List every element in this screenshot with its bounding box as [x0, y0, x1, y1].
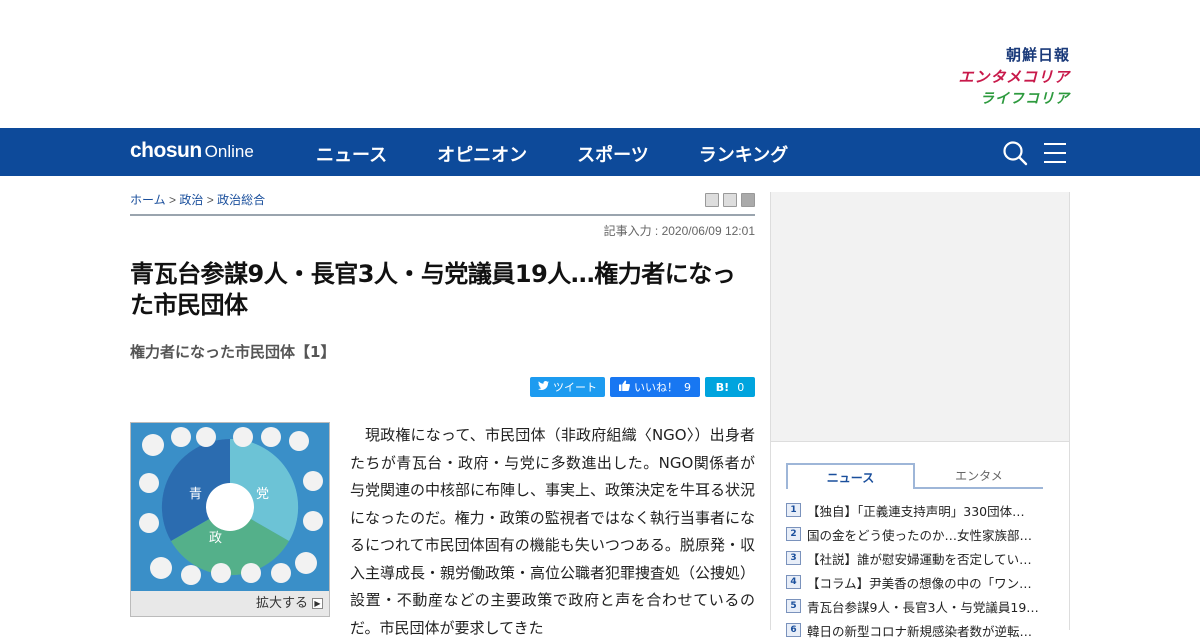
breadcrumb-politics[interactable]: 政治 [179, 193, 203, 207]
rank-badge: 2 [786, 527, 801, 541]
rank-badge: 1 [786, 503, 801, 517]
article-column: ホーム > 政治 > 政治総合 記事入力 : 2020/06/09 12:01 … [130, 176, 755, 637]
ranking-item[interactable]: 4 【コラム】尹美香の想像の中の「ワン… [786, 570, 1046, 594]
article-headline: 青瓦台参謀9人・長官3人・与党議員19人…権力者になった市民団体 [130, 260, 736, 319]
figure-infographic[interactable]: 青 党 政 [131, 423, 329, 591]
share-buttons: ツイート いいね！ 9 B! 0 [530, 377, 755, 397]
back-icon[interactable] [741, 193, 755, 207]
logo-bold-text: chosun [130, 139, 202, 162]
ranking-title: 韓日の新型コロナ新規感染者数が逆転… [807, 623, 1033, 639]
figure-label-party: 党 [256, 487, 270, 502]
rank-badge: 3 [786, 551, 801, 565]
like-count: 9 [684, 380, 691, 394]
ranking-title: 【社説】誰が慰安婦運動を否定してい… [807, 551, 1032, 567]
ranking-title: 【独自】「正義連支持声明」330団体… [807, 503, 1025, 519]
ranking-item[interactable]: 5 青瓦台参謀9人・長官3人・与党議員19… [786, 594, 1046, 618]
chosun-online-logo[interactable]: chosun Online [130, 139, 254, 163]
breadcrumb-separator: > [206, 193, 214, 207]
like-label: いいね！ [634, 381, 678, 394]
ranking-item[interactable]: 3 【社説】誰が慰安婦運動を否定してい… [786, 546, 1046, 570]
article-figure[interactable]: 青 党 政 拡大する ▶ [130, 422, 330, 617]
figure-label-blue-house: 青 [189, 487, 203, 502]
right-sidebar: ニュース エンタメ 1 【独自】「正義連支持声明」330団体… 2 国の金をどう使っ… [770, 192, 1070, 639]
ranking-item[interactable]: 6 韓日の新型コロナ新規感染者数が逆転… [786, 618, 1046, 642]
tab-entame[interactable]: エンタメ [915, 463, 1043, 489]
twitter-bird-icon [538, 380, 549, 394]
breadcrumb-home[interactable]: ホーム [130, 193, 166, 207]
tweet-label: ツイート [553, 381, 597, 394]
hamburger-menu-icon[interactable] [1042, 140, 1068, 166]
breadcrumb-separator: > [168, 193, 176, 207]
search-icon[interactable] [1002, 140, 1028, 166]
tab-news[interactable]: ニュース [786, 463, 915, 489]
rank-badge: 6 [786, 623, 801, 637]
nav-icons [1002, 140, 1068, 166]
article-tools [705, 193, 755, 207]
rank-badge: 5 [786, 599, 801, 613]
ranking-title: 【コラム】尹美香の想像の中の「ワン… [807, 575, 1032, 591]
enlarge-button[interactable]: 拡大する ▶ [131, 591, 329, 617]
nav-item-news[interactable]: ニュース [316, 141, 387, 167]
main-nav: chosun Online ニュース オピニオン スポーツ ランキング [0, 128, 1200, 176]
chosun-ilbo-link[interactable]: 朝鮮日報 [958, 44, 1070, 66]
ranking-title: 青瓦台参謀9人・長官3人・与党議員19… [807, 599, 1039, 615]
ad-slot[interactable] [771, 192, 1069, 442]
hatena-bookmark-button[interactable]: B! 0 [705, 377, 755, 397]
nav-item-ranking[interactable]: ランキング [699, 141, 788, 167]
ranking-item[interactable]: 1 【独自】「正義連支持声明」330団体… [786, 498, 1046, 522]
breadcrumb: ホーム > 政治 > 政治総合 [130, 191, 265, 208]
nav-items: ニュース オピニオン スポーツ ランキング [316, 141, 788, 167]
logo-light-text: Online [204, 142, 254, 161]
brand-links: 朝鮮日報 エンタメコリア ライフコリア [958, 44, 1070, 108]
chevron-right-icon: ▶ [312, 598, 323, 609]
rank-badge: 4 [786, 575, 801, 589]
article-dateline: 記事入力 : 2020/06/09 12:01 [603, 224, 755, 238]
text-size-icon[interactable] [723, 193, 737, 207]
thumbs-up-icon [619, 380, 630, 394]
nav-item-opinion[interactable]: オピニオン [437, 141, 527, 167]
hatena-label: B! [715, 380, 730, 394]
print-icon[interactable] [705, 193, 719, 207]
ranking-list: 1 【独自】「正義連支持声明」330団体… 2 国の金をどう使ったのか…女性家族部…… [786, 498, 1046, 642]
ranking-tabs: ニュース エンタメ [786, 463, 1043, 489]
article-subhead: 権力者になった市民団体【1】 [130, 343, 336, 361]
figure-label-government: 政 [209, 531, 223, 546]
ranking-title: 国の金をどう使ったのか…女性家族部… [807, 527, 1033, 543]
breadcrumb-row: ホーム > 政治 > 政治総合 [130, 176, 755, 216]
top-brand-bar: 朝鮮日報 エンタメコリア ライフコリア [0, 0, 1200, 128]
enlarge-label: 拡大する [255, 596, 308, 611]
hatena-count: 0 [737, 380, 745, 394]
article-body: 現政権になって、市民団体（非政府組織〈NGO〉）出身者たちが青瓦台・政府・与党に… [350, 426, 756, 637]
facebook-like-button[interactable]: いいね！ 9 [610, 377, 700, 397]
nav-item-sports[interactable]: スポーツ [577, 141, 649, 167]
life-korea-link[interactable]: ライフコリア [958, 88, 1070, 108]
entame-korea-link[interactable]: エンタメコリア [958, 66, 1070, 88]
ranking-item[interactable]: 2 国の金をどう使ったのか…女性家族部… [786, 522, 1046, 546]
tweet-button[interactable]: ツイート [530, 377, 605, 397]
breadcrumb-politics-general[interactable]: 政治総合 [217, 193, 265, 207]
